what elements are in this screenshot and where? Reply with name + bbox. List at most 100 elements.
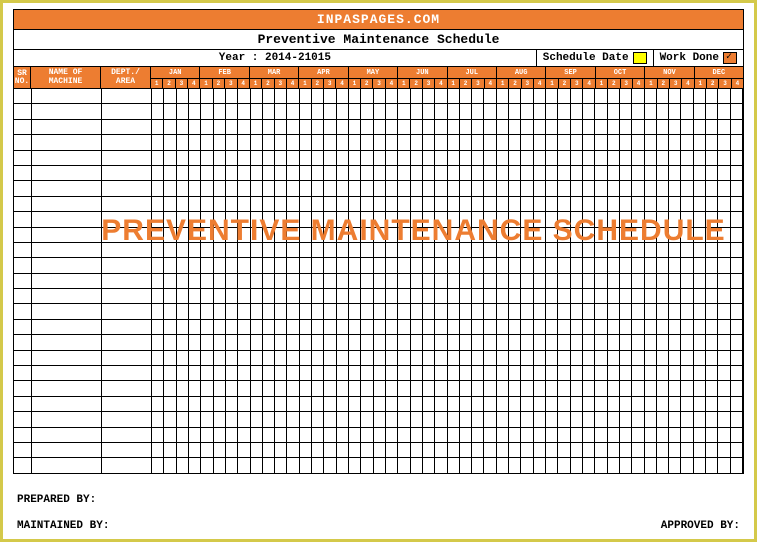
week-header: 2 <box>707 79 719 89</box>
week-header: 2 <box>410 79 422 89</box>
week-header: 2 <box>213 79 225 89</box>
table-row <box>14 197 743 212</box>
week-header: 1 <box>398 79 410 89</box>
table-row <box>14 397 743 412</box>
months-header: JANFEBMARAPRMAYJUNJULAUGSEPOCTNOVDEC <box>151 67 744 79</box>
week-header: 4 <box>336 79 348 89</box>
week-header: 1 <box>299 79 311 89</box>
col-dept: DEPT./ AREA <box>101 67 151 89</box>
table-row <box>14 135 743 150</box>
week-header: 2 <box>658 79 670 89</box>
table-row <box>14 320 743 335</box>
week-header: 4 <box>534 79 546 89</box>
table-row <box>14 458 743 473</box>
week-header: 1 <box>695 79 707 89</box>
week-header: 4 <box>238 79 250 89</box>
table-row <box>14 104 743 119</box>
weeks-header: 1234123412341234123412341234123412341234… <box>151 79 744 89</box>
week-header: 3 <box>472 79 484 89</box>
footer: PREPARED BY: MAINTAINED BY: APPROVED BY: <box>3 478 754 532</box>
month-header: OCT <box>596 67 645 79</box>
week-header: 4 <box>682 79 694 89</box>
week-header: 4 <box>386 79 398 89</box>
month-header: FEB <box>200 67 249 79</box>
column-headers: SR NO. NAME OF MACHINE DEPT./ AREA JANFE… <box>13 67 744 89</box>
year-label: Year : 2014-21015 <box>14 50 537 66</box>
brand-bar: INPASPAGES.COM <box>13 9 744 30</box>
table-row <box>14 351 743 366</box>
week-header: 3 <box>522 79 534 89</box>
table-row <box>14 335 743 350</box>
week-header: 4 <box>287 79 299 89</box>
table-row <box>14 212 743 227</box>
table-row <box>14 151 743 166</box>
prepared-by-label: PREPARED BY: <box>17 494 96 506</box>
week-header: 3 <box>571 79 583 89</box>
week-header: 3 <box>423 79 435 89</box>
week-header: 4 <box>732 79 744 89</box>
month-header: JAN <box>151 67 200 79</box>
week-header: 1 <box>349 79 361 89</box>
table-row <box>14 428 743 443</box>
week-header: 2 <box>312 79 324 89</box>
legend-schedule-label: Schedule Date <box>543 52 629 64</box>
week-header: 1 <box>151 79 163 89</box>
week-header: 2 <box>361 79 373 89</box>
week-header: 1 <box>645 79 657 89</box>
week-header: 4 <box>633 79 645 89</box>
table-row <box>14 366 743 381</box>
month-header: SEP <box>546 67 595 79</box>
week-header: 2 <box>509 79 521 89</box>
week-header: 3 <box>275 79 287 89</box>
month-header: JUN <box>398 67 447 79</box>
week-header: 1 <box>497 79 509 89</box>
table-row <box>14 258 743 273</box>
month-header: APR <box>299 67 348 79</box>
legend-workdone: Work Done <box>653 50 743 66</box>
table-row <box>14 228 743 243</box>
week-header: 1 <box>448 79 460 89</box>
maintained-by-label: MAINTAINED BY: <box>17 520 109 532</box>
week-header: 4 <box>583 79 595 89</box>
schedule-swatch <box>633 52 647 64</box>
week-header: 3 <box>670 79 682 89</box>
month-header: JUL <box>448 67 497 79</box>
legend-schedule: Schedule Date <box>537 50 653 66</box>
info-row: Year : 2014-21015 Schedule Date Work Don… <box>13 50 744 67</box>
workdone-swatch <box>723 52 737 64</box>
week-header: 4 <box>485 79 497 89</box>
table-row <box>14 381 743 396</box>
week-header: 2 <box>262 79 274 89</box>
col-name: NAME OF MACHINE <box>31 67 101 89</box>
month-header: AUG <box>497 67 546 79</box>
week-header: 3 <box>373 79 385 89</box>
table-row <box>14 243 743 258</box>
approved-by-label: APPROVED BY: <box>661 520 740 532</box>
month-header: MAR <box>250 67 299 79</box>
week-header: 3 <box>225 79 237 89</box>
schedule-grid: PREVENTIVE MAINTENANCE SCHEDULE <box>13 89 744 474</box>
document-title: Preventive Maintenance Schedule <box>13 30 744 50</box>
week-header: 1 <box>546 79 558 89</box>
month-header: NOV <box>645 67 694 79</box>
week-header: 3 <box>719 79 731 89</box>
table-row <box>14 412 743 427</box>
table-row <box>14 166 743 181</box>
week-header: 1 <box>250 79 262 89</box>
table-row <box>14 120 743 135</box>
table-row <box>14 304 743 319</box>
week-header: 1 <box>200 79 212 89</box>
week-header: 4 <box>435 79 447 89</box>
week-header: 3 <box>176 79 188 89</box>
table-row <box>14 274 743 289</box>
week-header: 2 <box>460 79 472 89</box>
table-row <box>14 443 743 458</box>
month-header: MAY <box>349 67 398 79</box>
month-header: DEC <box>695 67 744 79</box>
week-header: 3 <box>324 79 336 89</box>
week-header: 2 <box>608 79 620 89</box>
col-sr: SR NO. <box>13 67 31 89</box>
week-header: 3 <box>621 79 633 89</box>
week-header: 2 <box>163 79 175 89</box>
week-header: 4 <box>188 79 200 89</box>
